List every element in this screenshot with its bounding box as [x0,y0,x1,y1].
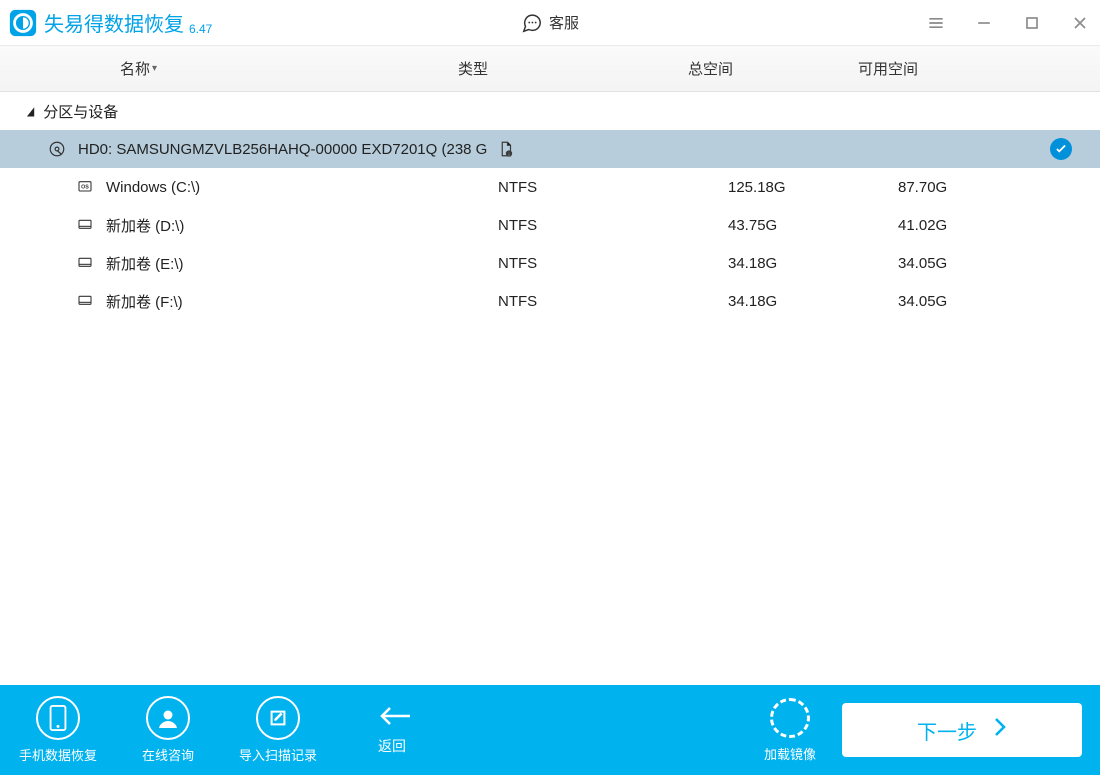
online-consult-label: 在线咨询 [142,745,194,764]
dashed-circle-icon [770,698,810,738]
app-title: 失易得数据恢复 [44,8,184,37]
column-type[interactable]: 类型 [458,58,688,79]
device-row[interactable]: HD0: SAMSUNGMZVLB256HAHQ-00000 EXD7201Q … [0,130,1100,168]
load-image-label: 加载镜像 [764,744,816,763]
drive-icon [74,216,96,234]
partition-type: NTFS [498,217,728,234]
drive-icon [74,254,96,272]
partition-row[interactable]: 新加卷 (E:\)NTFS34.18G34.05G [0,244,1100,282]
section-header[interactable]: ◢ 分区与设备 [0,92,1100,130]
partition-total: 34.18G [728,293,898,310]
next-button[interactable]: 下一步 [842,703,1082,757]
chat-icon [521,12,543,34]
partition-name: 新加卷 (E:\) [106,253,498,274]
next-label: 下一步 [917,716,977,745]
partition-total: 34.18G [728,255,898,272]
online-consult-button[interactable]: 在线咨询 [128,696,208,764]
partition-free: 87.70G [898,179,1100,196]
device-name: HD0: SAMSUNGMZVLB256HAHQ-00000 EXD7201Q … [78,141,487,158]
close-button[interactable] [1070,13,1090,33]
support-label: 客服 [549,12,579,33]
phone-recovery-label: 手机数据恢复 [19,745,97,764]
app-version: 6.47 [189,22,212,36]
partition-free: 34.05G [898,255,1100,272]
partition-name: 新加卷 (F:\) [106,291,498,312]
partition-total: 43.75G [728,217,898,234]
window-controls [926,13,1090,33]
partition-name: Windows (C:\) [106,179,498,196]
device-name-wrap: HD0: SAMSUNGMZVLB256HAHQ-00000 EXD7201Q … [78,140,518,158]
column-name-label: 名称 [120,58,150,79]
column-total[interactable]: 总空间 [688,58,858,79]
partition-row[interactable]: 新加卷 (F:\)NTFS34.18G34.05G [0,282,1100,320]
partition-free: 41.02G [898,217,1100,234]
partition-free: 34.05G [898,293,1100,310]
back-label: 返回 [378,736,406,756]
load-image-button[interactable]: 加载镜像 [764,698,816,763]
maximize-button[interactable] [1022,13,1042,33]
svg-text:i: i [509,152,510,157]
back-button[interactable]: 返回 [378,704,412,756]
partition-type: NTFS [498,255,728,272]
os-drive-icon: OS [74,178,96,196]
back-arrow-icon [378,704,412,728]
bottom-bar: 手机数据恢复 在线咨询 导入扫描记录 返回 加载镜像 下一步 [0,685,1100,775]
phone-recovery-button[interactable]: 手机数据恢复 [18,696,98,764]
partition-type: NTFS [498,293,728,310]
import-scan-label: 导入扫描记录 [239,745,317,764]
title-bar: 失易得数据恢复 6.47 客服 [0,0,1100,46]
partition-row[interactable]: OS Windows (C:\)NTFS125.18G87.70G [0,168,1100,206]
column-free[interactable]: 可用空间 [858,58,1100,79]
main-area: ◢ 分区与设备 HD0: SAMSUNGMZVLB256HAHQ-00000 E… [0,92,1100,685]
section-title: 分区与设备 [43,101,118,122]
chevron-right-icon [993,717,1007,743]
partition-name: 新加卷 (D:\) [106,215,498,236]
menu-button[interactable] [926,13,946,33]
svg-text:OS: OS [81,185,89,191]
person-icon [146,696,190,740]
minimize-button[interactable] [974,13,994,33]
import-scan-button[interactable]: 导入扫描记录 [238,696,318,764]
collapse-icon: ◢ [27,104,34,118]
hard-disk-icon [46,140,68,158]
column-headers: 名称 ▾ 类型 总空间 可用空间 [0,46,1100,92]
document-info-icon[interactable]: i [497,140,515,158]
selected-check-icon [1050,138,1072,160]
sort-desc-icon: ▾ [152,63,157,74]
partition-total: 125.18G [728,179,898,196]
partition-row[interactable]: 新加卷 (D:\)NTFS43.75G41.02G [0,206,1100,244]
phone-icon [36,696,80,740]
support-button[interactable]: 客服 [521,12,579,34]
partition-type: NTFS [498,179,728,196]
drive-icon [74,292,96,310]
app-logo-icon [8,8,38,38]
column-name[interactable]: 名称 ▾ [40,58,458,79]
import-icon [256,696,300,740]
